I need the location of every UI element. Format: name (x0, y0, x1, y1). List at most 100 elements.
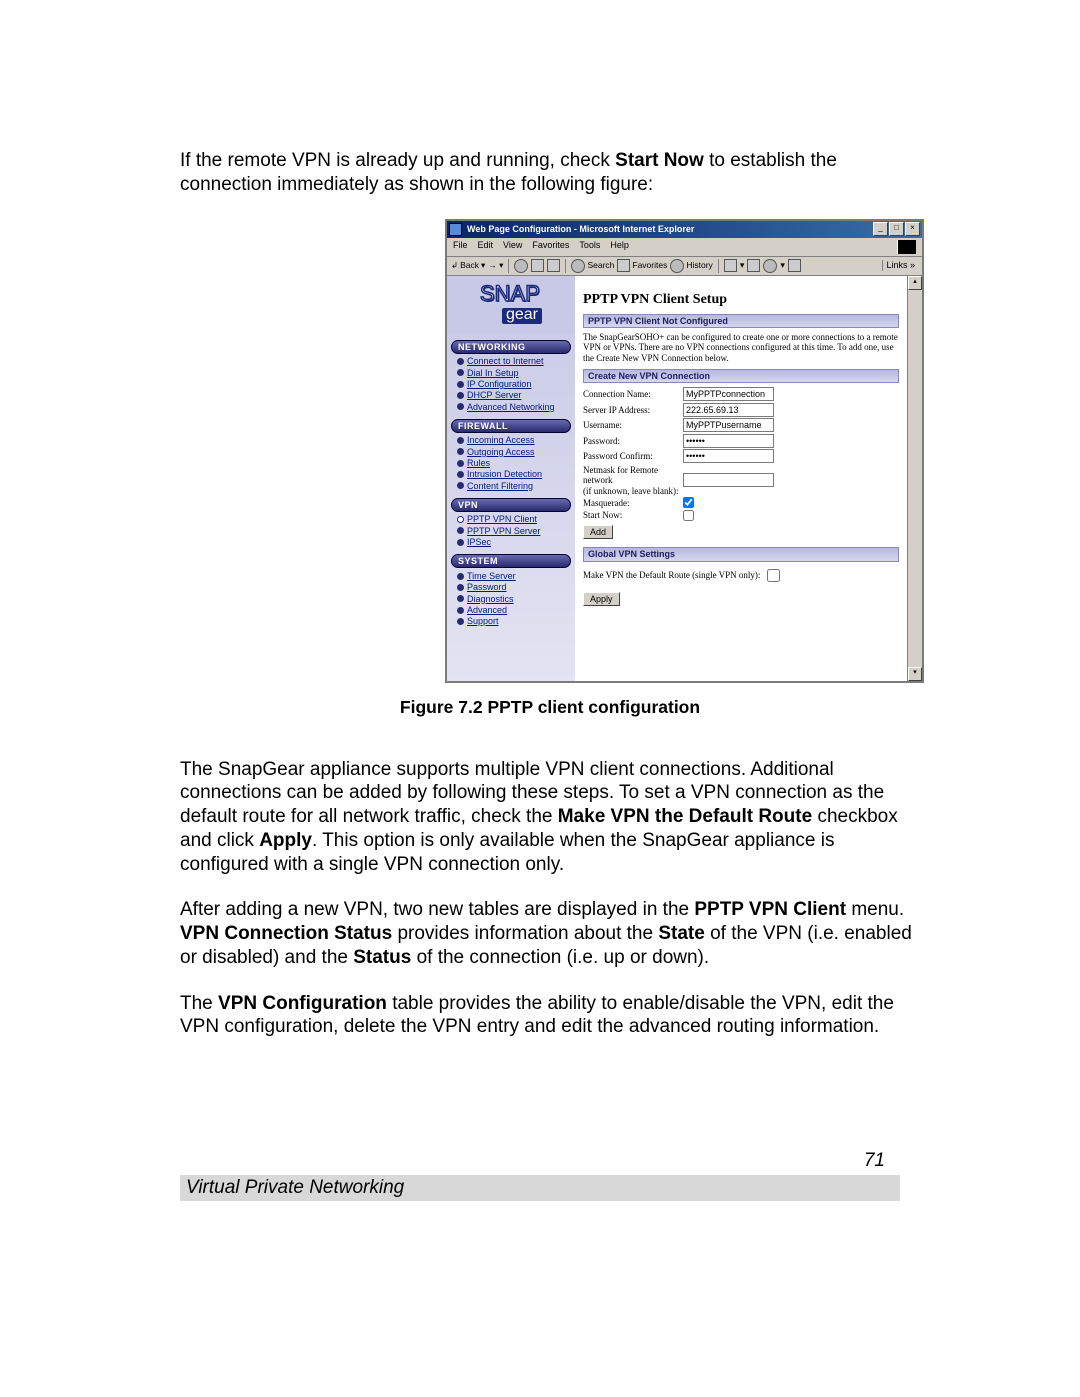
nav-item-advanced-networking[interactable]: Advanced Networking (457, 401, 571, 412)
nav-item-dhcp-server[interactable]: DHCP Server (457, 390, 571, 401)
menubar: File Edit View Favorites Tools Help ⊞ (447, 238, 922, 257)
bullet-icon (457, 573, 464, 580)
window-title: Web Page Configuration - Microsoft Inter… (465, 224, 873, 234)
bold-text: Apply (259, 830, 312, 851)
favorites-icon (617, 259, 630, 272)
nav-item-pptp-vpn-client[interactable]: PPTP VPN Client (457, 514, 571, 525)
nav-item-connect-to-internet[interactable]: Connect to Internet (457, 356, 571, 367)
menu-file[interactable]: File (453, 240, 468, 254)
bullet-icon (457, 392, 464, 399)
section-create-new: Create New VPN Connection (583, 369, 899, 383)
nav-item-outgoing-access[interactable]: Outgoing Access (457, 446, 571, 457)
apply-button[interactable]: Apply (583, 592, 620, 606)
bold-text: VPN Configuration (218, 993, 387, 1014)
input-server-ip[interactable] (683, 403, 774, 417)
nav-item-password[interactable]: Password (457, 582, 571, 593)
intro-pre: If the remote VPN is already up and runn… (180, 150, 615, 171)
bold-text: Make VPN the Default Route (558, 806, 812, 827)
maximize-button[interactable]: □ (889, 222, 904, 236)
nav-item-label: Incoming Access (467, 435, 535, 445)
label-server-ip: Server IP Address: (583, 405, 683, 415)
nav-item-label: Time Server (467, 571, 516, 581)
text-run: of the connection (i.e. up or down). (411, 947, 709, 968)
discuss-icon[interactable] (788, 259, 801, 272)
label-password: Password: (583, 436, 683, 446)
nav-item-label: Outgoing Access (467, 447, 535, 457)
nav-item-diagnostics[interactable]: Diagnostics (457, 593, 571, 604)
nav-item-label: Intrusion Detection (467, 469, 542, 479)
forward-button[interactable]: → ▾ (488, 261, 503, 271)
ie-flag-icon: ⊞ (897, 240, 916, 254)
favorites-button[interactable]: Favorites (617, 259, 667, 272)
nav-item-dial-in-setup[interactable]: Dial In Setup (457, 367, 571, 378)
text-run: After adding a new VPN, two new tables a… (180, 899, 694, 920)
menu-view[interactable]: View (503, 240, 522, 254)
nav-item-content-filtering[interactable]: Content Filtering (457, 480, 571, 491)
print-icon[interactable] (747, 259, 760, 272)
nav-item-ip-configuration[interactable]: IP Configuration (457, 379, 571, 390)
bullet-icon (457, 381, 464, 388)
checkbox-default-route[interactable] (767, 569, 780, 582)
paragraph-2: The SnapGear appliance supports multiple… (180, 758, 920, 877)
nav-item-rules[interactable]: Rules (457, 458, 571, 469)
close-button[interactable]: × (905, 222, 920, 236)
add-button[interactable]: Add (583, 525, 613, 539)
ie-icon (449, 223, 462, 236)
checkbox-start-now[interactable] (683, 510, 694, 521)
text-run: provides information about the (392, 923, 658, 944)
page-number: 71 (864, 1150, 885, 1172)
history-button[interactable]: History (670, 259, 712, 273)
nav-header-vpn: VPN (451, 498, 571, 512)
minimize-button[interactable]: _ (873, 222, 888, 236)
label-username: Username: (583, 420, 683, 430)
scroll-up-icon[interactable]: ▴ (908, 276, 922, 290)
scrollbar[interactable]: ▴ ▾ (907, 276, 922, 681)
nav-item-time-server[interactable]: Time Server (457, 570, 571, 581)
bullet-icon (457, 584, 464, 591)
nav-item-intrusion-detection[interactable]: Intrusion Detection (457, 469, 571, 480)
search-button[interactable]: Search (571, 259, 614, 273)
description-text: The SnapGearSOHO+ can be configured to c… (583, 332, 899, 363)
label-masquerade: Masquerade: (583, 498, 683, 508)
nav-item-support[interactable]: Support (457, 616, 571, 627)
nav-item-label: PPTP VPN Server (467, 526, 540, 536)
input-username[interactable] (683, 418, 774, 432)
nav-item-label: Advanced (467, 605, 507, 615)
nav-item-incoming-access[interactable]: Incoming Access (457, 435, 571, 446)
bullet-icon (457, 369, 464, 376)
edit-icon[interactable] (763, 259, 777, 273)
menu-help[interactable]: Help (610, 240, 629, 254)
nav-item-pptp-vpn-server[interactable]: PPTP VPN Server (457, 525, 571, 536)
menu-tools[interactable]: Tools (579, 240, 600, 254)
refresh-icon[interactable] (531, 259, 544, 272)
input-connection-name[interactable] (683, 387, 774, 401)
bullet-icon (457, 358, 464, 365)
checkbox-masquerade[interactable] (683, 497, 694, 508)
bullet-icon (457, 539, 464, 546)
nav-item-advanced[interactable]: Advanced (457, 604, 571, 615)
logo-bottom: gear (502, 308, 542, 324)
input-password[interactable] (683, 434, 774, 448)
nav-item-label: Rules (467, 458, 490, 468)
page-heading: PPTP VPN Client Setup (583, 292, 899, 308)
nav-item-ipsec[interactable]: IPSec (457, 537, 571, 548)
bullet-icon (457, 516, 464, 523)
logo-top: SNAP (480, 285, 542, 303)
menu-favorites[interactable]: Favorites (532, 240, 569, 254)
input-netmask[interactable] (683, 473, 774, 487)
stop-icon[interactable] (514, 259, 528, 273)
bullet-icon (457, 595, 464, 602)
back-button[interactable]: ↲ Back ▾ (451, 261, 485, 271)
history-icon (670, 259, 684, 273)
input-password-confirm[interactable] (683, 449, 774, 463)
home-icon[interactable] (547, 259, 560, 272)
nav-header-networking: NETWORKING (451, 340, 571, 354)
nav-item-label: DHCP Server (467, 390, 521, 400)
menu-edit[interactable]: Edit (478, 240, 494, 254)
scroll-down-icon[interactable]: ▾ (908, 667, 922, 681)
bullet-icon (457, 471, 464, 478)
links-label[interactable]: Links » (882, 260, 918, 270)
bold-text: VPN Connection Status (180, 923, 392, 944)
mail-icon[interactable] (724, 259, 737, 272)
label-start-now: Start Now: (583, 510, 683, 520)
